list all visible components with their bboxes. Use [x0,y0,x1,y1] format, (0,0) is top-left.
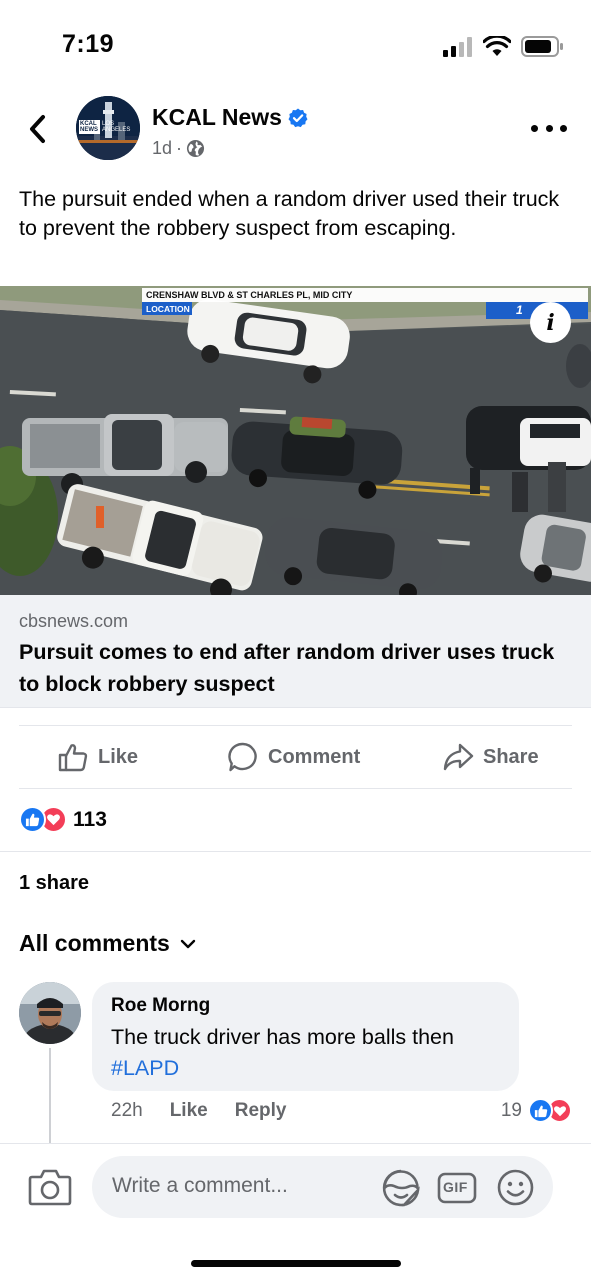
wifi-icon [483,36,511,56]
like-label: Like [98,745,139,768]
comment-text: The truck driver has more balls then #LA… [111,1022,500,1084]
comment-body: The truck driver has more balls then [111,1025,454,1049]
sticker-button[interactable] [382,1169,420,1207]
sticker-icon [382,1169,420,1207]
commenter-photo [19,982,81,1044]
reactions-summary[interactable]: 113 [19,806,107,833]
comment-like-button[interactable]: Like [170,1100,208,1122]
more-dot-icon [560,124,567,132]
comment-hashtag-link[interactable]: #LAPD [111,1056,179,1080]
page-name[interactable]: KCAL News [152,104,308,131]
comment-label: Comment [268,745,361,768]
home-indicator[interactable] [191,1260,401,1267]
avatar-logo-news: NEWS [80,127,98,133]
comment-input[interactable]: Write a comment... GIF [92,1156,553,1218]
comments-filter-label: All comments [19,930,170,956]
overlay-location-text: CRENSHAW BLVD & ST CHARLES PL, MID CITY [146,290,353,300]
share-button[interactable]: Share [442,738,539,776]
shares-count[interactable]: 1 share [19,872,89,895]
divider [0,851,591,852]
avatar-logo-angeles: ANGELES [102,127,131,133]
comment-composer: Write a comment... GIF [0,1143,591,1280]
comment-reactions[interactable]: 19 [501,1098,572,1123]
comment-input-placeholder: Write a comment... [112,1174,288,1197]
gif-label: GIF [443,1179,468,1195]
meta-separator: · [176,138,183,158]
like-button[interactable]: Like [57,738,138,776]
comment-author[interactable]: Roe Morng [111,994,500,1018]
info-icon: i [546,309,555,336]
status-time: 7:19 [62,30,115,58]
page-name-text: KCAL News [152,104,282,130]
more-dot-icon [531,124,538,132]
comment-time: 22h [111,1100,143,1121]
smiley-icon [497,1169,534,1206]
thumbs-up-icon [58,744,88,772]
chevron-left-icon [30,115,45,143]
comments-filter-dropdown[interactable]: All comments [19,930,196,957]
aerial-traffic-scene [0,286,591,595]
globe-icon [186,139,205,158]
status-icons [443,36,563,57]
cellular-signal-icon [443,36,472,57]
post-text: The pursuit ended when a random driver u… [19,187,560,240]
comment-reaction-count: 19 [500,1099,522,1121]
reaction-count: 113 [73,807,107,831]
divider [19,788,572,789]
verified-badge-icon [288,108,308,127]
camera-icon [28,1169,72,1206]
post-time[interactable]: 1d [152,138,172,159]
more-options-button[interactable] [531,118,567,138]
like-reaction-icon [19,806,46,833]
chevron-down-icon [180,939,196,948]
link-title: Pursuit comes to end after random driver… [19,640,555,696]
link-preview-meta[interactable]: cbsnews.com Pursuit comes to end after r… [0,595,591,708]
comment-actions: 22h Like Reply [111,1100,286,1122]
overlay-channel-number: 1 [516,303,523,317]
reply-thread-line [49,1048,51,1144]
link-preview-image[interactable]: CRENSHAW BLVD & ST CHARLES PL, MID CITY … [0,286,591,595]
comment-button[interactable]: Comment [227,738,360,776]
battery-icon [521,36,563,57]
status-bar: 7:19 [0,0,591,90]
post-meta: 1d · [152,138,205,159]
overlay-location-tag: LOCATION [146,304,190,314]
info-button[interactable]: i [530,302,571,343]
more-dot-icon [545,124,553,132]
gif-button[interactable]: GIF [437,1171,477,1205]
share-label: Share [483,745,539,768]
camera-button[interactable] [28,1168,72,1206]
share-arrow-icon [443,743,474,771]
comment-reply-button[interactable]: Reply [235,1100,287,1122]
emoji-button[interactable] [497,1169,534,1206]
back-button[interactable] [22,112,52,146]
page-avatar[interactable]: KCAL NEWS LOS ANGELES [76,96,140,160]
link-domain: cbsnews.com [19,611,129,631]
commenter-avatar[interactable] [19,982,81,1044]
comment-bubble-icon [228,742,257,772]
like-reaction-icon [528,1098,553,1123]
comment-bubble[interactable]: Roe Morng The truck driver has more ball… [92,982,519,1091]
divider [19,725,572,726]
